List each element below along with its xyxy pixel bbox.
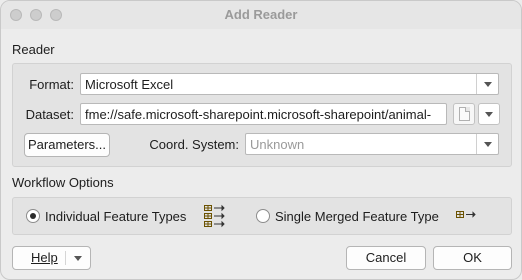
ok-button[interactable]: OK [433,246,512,270]
format-label: Format: [29,77,74,92]
coord-system-select[interactable]: Unknown [245,133,499,155]
help-label: Help [31,250,58,265]
coord-system-label: Coord. System: [149,137,239,152]
window-title: Add Reader [224,7,298,22]
browse-file-button[interactable] [453,103,475,125]
format-value: Microsoft Excel [85,77,174,92]
help-button[interactable]: Help [12,246,91,270]
dataset-input[interactable]: fme://safe.microsoft-sharepoint.microsof… [80,103,447,125]
format-select[interactable]: Microsoft Excel [80,73,499,95]
chevron-down-icon [74,256,82,261]
coord-system-dropdown-button[interactable] [476,134,498,154]
workflow-section-label: Workflow Options [12,175,114,190]
add-reader-dialog: Add Reader Reader Format: Microsoft Exce… [0,0,522,280]
title-bar: Add Reader [1,1,521,29]
dataset-dropdown-button[interactable] [478,103,500,125]
format-dropdown-button[interactable] [476,74,498,94]
single-merged-feature-type-label: Single Merged Feature Type [275,209,439,224]
single-merged-feature-type-radio[interactable] [256,209,270,223]
cancel-button[interactable]: Cancel [346,246,426,270]
dataset-label: Dataset: [25,107,74,122]
chevron-down-icon [484,142,492,147]
workflow-panel: Individual Feature Types Single Merged F… [12,197,512,235]
chevron-down-icon [484,82,492,87]
reader-section-label: Reader [12,42,55,57]
chevron-down-icon [485,112,493,117]
single-feature-type-icon [456,211,476,218]
file-icon [459,107,470,121]
individual-feature-types-radio[interactable] [26,209,40,223]
reader-panel: Format: Microsoft Excel Dataset: fme://s… [12,63,512,167]
coord-system-value: Unknown [250,137,305,152]
dataset-value: fme://safe.microsoft-sharepoint.microsof… [85,107,432,122]
individual-feature-types-label: Individual Feature Types [45,209,187,224]
divider [65,251,66,265]
multiple-feature-types-icon [204,204,225,228]
parameters-button[interactable]: Parameters... [24,133,110,157]
